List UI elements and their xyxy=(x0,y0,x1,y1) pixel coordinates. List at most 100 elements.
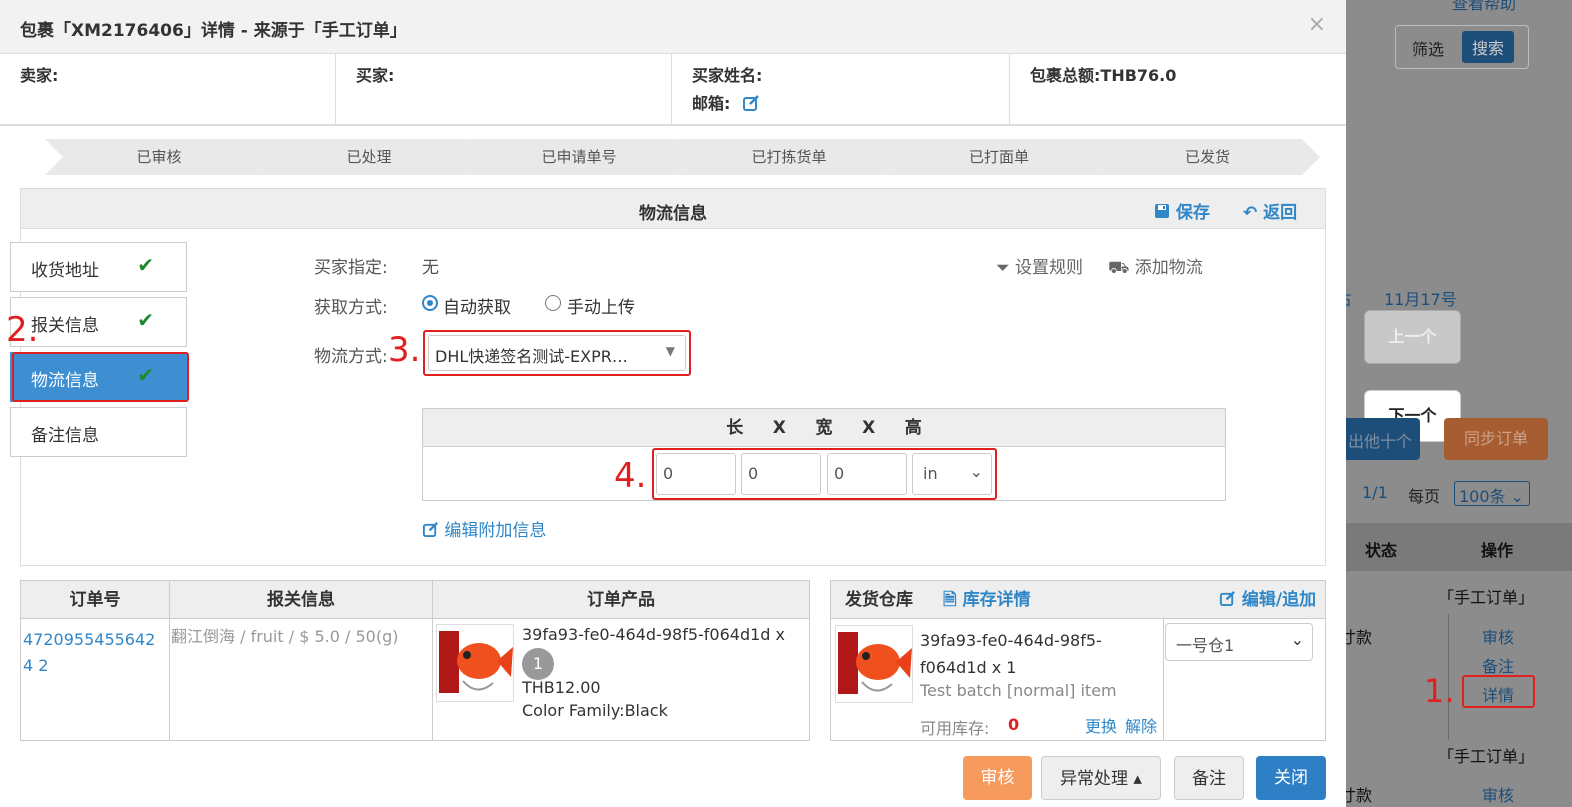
step-item: 已发货 xyxy=(1095,139,1320,175)
save-button[interactable]: 保存 xyxy=(1154,198,1210,223)
package-detail-modal: 包裹「XM2176406」详情 - 来源于「手工订单」 × 卖家: 买家: 买家… xyxy=(0,0,1346,807)
warehouse-select[interactable]: 一号仓1 ⌄ xyxy=(1165,623,1313,661)
table-header: 状态 操作 xyxy=(1346,523,1572,571)
panel-title: 物流信息 xyxy=(639,204,707,224)
search-button[interactable]: 搜索 xyxy=(1462,31,1515,63)
annotation-label-2: 2. xyxy=(6,310,39,350)
chevron-down-icon: ⌄ xyxy=(1290,630,1304,649)
date-text: 11月17号 xyxy=(1384,290,1457,309)
chevron-down-icon: ⌄ xyxy=(1505,487,1525,506)
note-button[interactable]: 备注 xyxy=(1174,756,1244,800)
tab-label: 收货地址 xyxy=(31,261,99,281)
seller-label: 卖家: xyxy=(20,66,59,85)
divider xyxy=(432,619,433,741)
width-header: 宽 xyxy=(815,418,833,438)
save-icon xyxy=(1155,204,1169,218)
edit-extra-info-link[interactable]: 编辑附加信息 xyxy=(422,516,546,541)
manual-upload-radio[interactable] xyxy=(545,295,561,311)
annotation-label-3: 3. xyxy=(388,330,421,370)
step-item: 已打拣货单 xyxy=(675,139,903,175)
tab-shipping-address[interactable]: 收货地址 ✔ xyxy=(10,242,187,292)
per-page-select[interactable]: 100条 ⌄ xyxy=(1454,481,1530,506)
x-separator: X xyxy=(862,418,876,438)
background-page: 查看帮助 筛选 搜索 占 11月17号 上一个 下一个 出他十个 同步订单 1/… xyxy=(1336,0,1572,807)
add-logistics-button[interactable]: ⛟ 添加物流 xyxy=(1108,253,1203,280)
row1-note-link[interactable]: 备注 xyxy=(1482,653,1514,677)
logistics-panel-header: 物流信息 保存 ↶ 返回 xyxy=(21,189,1325,229)
close-icon[interactable]: × xyxy=(1308,12,1326,37)
step-item: 已处理 xyxy=(255,139,483,175)
release-link[interactable]: 解除 xyxy=(1125,713,1157,737)
warehouse-header: 发货仓库 🗎 库存详情 编辑/追加 xyxy=(831,581,1325,619)
seller-cell: 卖家: xyxy=(0,54,336,124)
edit-add-label: 编辑/追加 xyxy=(1241,590,1317,610)
tab-label: 备注信息 xyxy=(31,426,99,446)
product-attribute: Color Family:Black xyxy=(522,701,668,720)
customs-header: 报关信息 xyxy=(169,581,432,619)
order-no-header: 订单号 xyxy=(21,581,169,619)
filter-button[interactable]: 筛选 xyxy=(1412,36,1444,60)
back-label: 返回 xyxy=(1263,203,1298,223)
buyer-label: 买家: xyxy=(356,66,395,85)
edit-icon xyxy=(1219,591,1235,607)
auto-fetch-radio[interactable] xyxy=(422,295,438,311)
order-number-link[interactable]: 47209554556424 2 xyxy=(23,627,165,679)
edit-add-link[interactable]: 编辑/追加 xyxy=(1219,581,1316,619)
order-table: 订单号 报关信息 订单产品 47209554556424 2 翻江倒海 / fr… xyxy=(20,580,810,741)
filter-group: 筛选 搜索 xyxy=(1395,25,1529,69)
save-label: 保存 xyxy=(1175,203,1210,223)
package-total: 包裹总额:THB76.0 xyxy=(1030,66,1177,85)
quantity-badge: 1 xyxy=(522,648,554,680)
batch-info: Test batch [normal] item xyxy=(920,681,1117,700)
annotation-label-4: 4. xyxy=(614,456,647,496)
warehouse-sku: 39fa93-fe0-464d-98f5-f064d1d x 1 xyxy=(920,631,1102,677)
logistics-panel: 物流信息 保存 ↶ 返回 xyxy=(20,188,1326,566)
exception-handling-button[interactable]: 异常处理 ▴ xyxy=(1041,756,1161,800)
dimensions-header: 长 X 宽 X 高 xyxy=(423,409,1225,447)
row1-audit-link[interactable]: 审核 xyxy=(1482,624,1514,648)
filter-icon: ⏷ xyxy=(996,258,1010,278)
audit-button[interactable]: 审核 xyxy=(963,756,1032,800)
back-button[interactable]: ↶ 返回 xyxy=(1243,198,1297,223)
swap-link[interactable]: 更换 xyxy=(1085,713,1117,737)
product-sku: 39fa93-fe0-464d-98f5-f064d1d x xyxy=(522,625,785,644)
set-rule-button[interactable]: ⏷ 设置规则 xyxy=(996,253,1083,278)
help-link[interactable]: 查看帮助 xyxy=(1452,0,1516,14)
product-image xyxy=(436,624,514,702)
stock-detail-label: 库存详情 xyxy=(962,590,1031,610)
edit-icon[interactable] xyxy=(742,94,760,112)
tab-remarks-info[interactable]: 备注信息 xyxy=(10,407,187,457)
modal-title: 包裹「XM2176406」详情 - 来源于「手工订单」 xyxy=(20,21,407,41)
edit-extra-info-label: 编辑附加信息 xyxy=(444,521,547,541)
goldfish-image xyxy=(836,626,912,702)
row2-audit-link[interactable]: 审核 xyxy=(1482,782,1514,806)
length-header: 长 xyxy=(726,418,744,438)
divider xyxy=(169,619,170,741)
height-header: 高 xyxy=(904,418,922,438)
per-page-value: 100条 xyxy=(1459,487,1506,506)
available-stock-value: 0 xyxy=(1008,715,1020,734)
prev-button[interactable]: 上一个 xyxy=(1364,310,1461,364)
warehouse-value: 一号仓1 xyxy=(1176,636,1235,655)
sync-order-button[interactable]: 同步订单 xyxy=(1444,418,1548,460)
close-button[interactable]: 关闭 xyxy=(1256,756,1326,800)
pager-text: 1/1 xyxy=(1362,483,1388,502)
status-column-header: 状态 xyxy=(1365,541,1398,560)
warehouse-table: 发货仓库 🗎 库存详情 编辑/追加 39fa93-fe0-464d-98f5-f… xyxy=(830,580,1326,741)
product-price: THB12.00 xyxy=(522,678,601,697)
buyer-cell: 买家: xyxy=(336,54,672,124)
email-label: 邮箱: xyxy=(692,94,731,113)
logistics-method-label: 物流方式: xyxy=(314,347,388,367)
export-button[interactable]: 出他十个 xyxy=(1336,418,1420,460)
progress-steps: 已审核 已处理 已申请单号 已打拣货单 已打面单 已发货 xyxy=(45,139,1320,175)
auto-fetch-label: 自动获取 xyxy=(443,298,511,318)
stock-detail-link[interactable]: 🗎 库存详情 xyxy=(943,581,1031,619)
check-icon: ✔ xyxy=(137,253,154,277)
annotation-label-1: 1. xyxy=(1424,672,1455,710)
customs-info: 翻江倒海 / fruit / $ 5.0 / 50(g) xyxy=(171,627,399,646)
annotation-box-1 xyxy=(1462,675,1535,708)
annotation-box-2 xyxy=(12,352,189,402)
total-cell: 包裹总额:THB76.0 xyxy=(1010,54,1346,124)
buyer-assign-label: 买家指定: xyxy=(314,258,388,278)
edit-icon xyxy=(422,522,438,538)
